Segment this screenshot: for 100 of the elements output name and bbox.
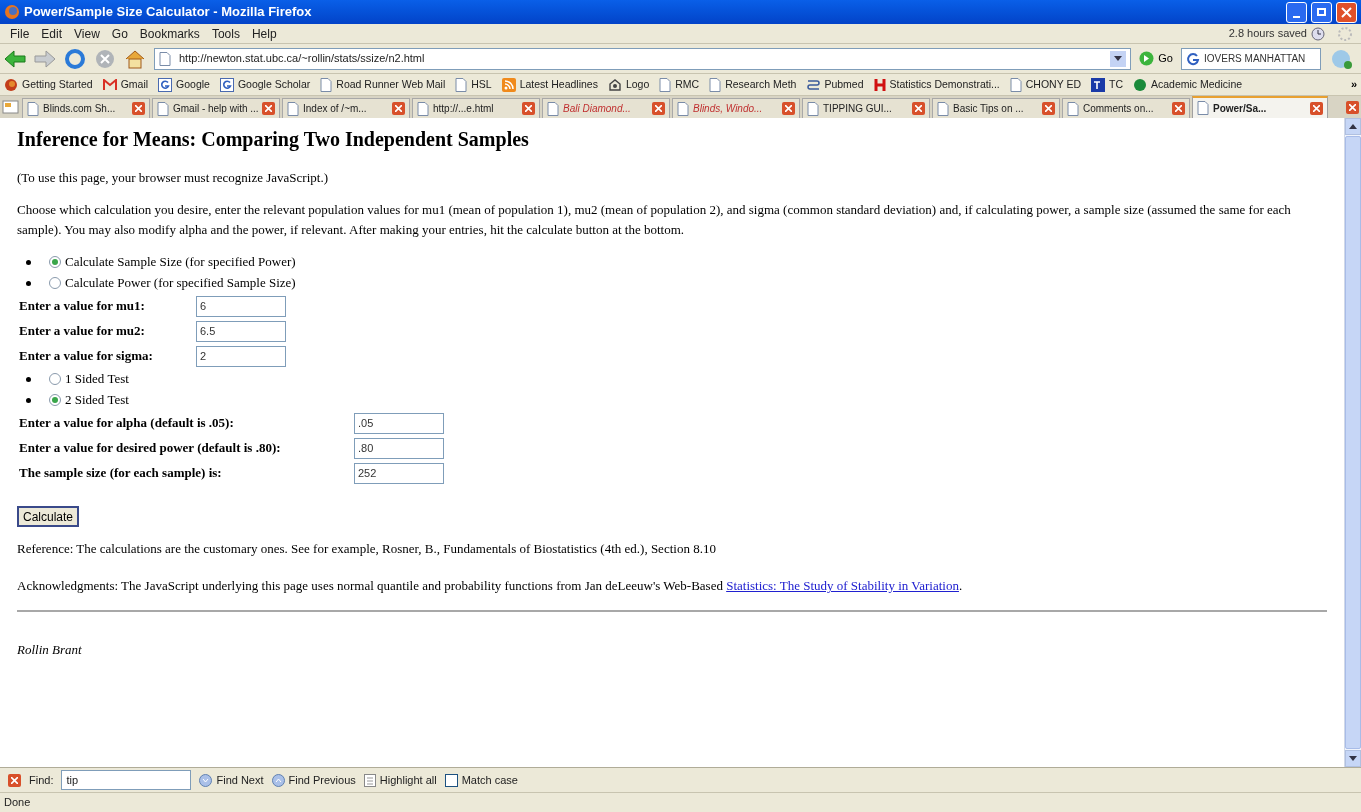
go-icon[interactable] <box>1139 51 1155 66</box>
tab-close-icon[interactable] <box>782 102 795 115</box>
acknowledgments-text: Acknowledgments: The JavaScript underlying this page uses normal quantile and probability functions from Jan deLeeuw's Web-Based Statistics: The Study of Stability in Variation. <box>17 577 964 595</box>
calculate-button[interactable]: Calculate <box>17 505 80 527</box>
browser-tab[interactable]: Bali Diamond... <box>542 98 670 118</box>
tab-close-icon[interactable] <box>132 102 145 115</box>
close-tab-icon[interactable] <box>1346 100 1359 114</box>
back-arrow-icon[interactable] <box>4 48 26 69</box>
close-find-icon[interactable] <box>8 773 21 787</box>
menu-item[interactable]: Go <box>105 24 134 43</box>
h-icon <box>873 77 886 92</box>
bookmark-item[interactable]: Google Scholar <box>219 76 311 93</box>
bookmark-item[interactable]: Google <box>158 76 210 93</box>
menu-item[interactable]: Bookmarks <box>133 24 206 43</box>
new-tab-icon[interactable] <box>2 98 20 116</box>
field-label: Enter a value for mu1: <box>19 297 146 316</box>
highlight-all-button[interactable]: Highlight all <box>363 771 437 789</box>
radio-button[interactable] <box>49 394 61 406</box>
bookmark-item[interactable]: Academic Medicine <box>1133 76 1243 93</box>
menu-item[interactable]: Tools <box>205 24 246 43</box>
dot-icon <box>1133 77 1147 92</box>
menu-item[interactable]: File <box>4 24 36 43</box>
tab-close-icon[interactable] <box>912 102 925 115</box>
browser-tab[interactable]: Gmail - help with ... <box>152 98 280 118</box>
page-icon <box>1009 77 1022 92</box>
close-icon <box>1341 6 1352 18</box>
page-icon <box>159 51 171 66</box>
find-field[interactable]: tip <box>61 770 192 790</box>
browser-tab[interactable]: Comments on... <box>1062 98 1190 118</box>
more-bookmarks-button[interactable]: » <box>1350 76 1357 93</box>
scroll-up-button[interactable] <box>1345 118 1361 135</box>
find-previous-button[interactable]: Find Previous <box>271 771 356 789</box>
tab-label: Gmail - help with ... <box>173 102 258 116</box>
mail-icon <box>102 78 117 91</box>
input-field[interactable]: 6.5 <box>196 320 286 342</box>
bookmark-item[interactable]: TC <box>1091 76 1123 93</box>
menu-item[interactable]: Edit <box>35 24 69 43</box>
tab-close-icon[interactable] <box>522 102 535 115</box>
tab-close-icon[interactable] <box>652 102 665 115</box>
address-field[interactable]: http://newton.stat.ubc.ca/~rollin/stats/ssize/n2.html <box>154 47 1132 70</box>
bookmark-item[interactable]: Gmail <box>102 76 149 93</box>
search-field[interactable]: IOVERS MANHATTAN <box>1181 47 1321 70</box>
square-icon <box>1091 77 1105 92</box>
bookmark-item[interactable]: Latest Headlines <box>501 76 598 93</box>
bookmark-item[interactable]: HSL <box>455 76 492 93</box>
radio-button[interactable] <box>49 373 61 385</box>
tab-close-icon[interactable] <box>1310 101 1323 115</box>
menu-item[interactable]: View <box>68 24 106 43</box>
bookmark-item[interactable]: RMC <box>659 76 700 93</box>
tab-close-icon[interactable] <box>262 102 275 115</box>
page-icon <box>659 77 672 92</box>
spiral-icon <box>806 77 821 92</box>
bookmark-item[interactable]: Statistics Demonstrati... <box>873 76 1000 93</box>
restore-button[interactable] <box>1311 1 1332 23</box>
page-icon <box>455 77 468 92</box>
radio-button[interactable] <box>49 277 61 289</box>
status-text: Done <box>4 795 31 811</box>
bookmark-item[interactable]: Research Meth <box>709 76 797 93</box>
go-button[interactable]: Go <box>1158 50 1173 67</box>
page-icon <box>547 101 559 116</box>
input-field[interactable]: 252 <box>354 462 444 484</box>
bullet-icon <box>25 259 31 265</box>
bullet-icon <box>25 397 31 403</box>
bookmark-item[interactable]: CHONY ED <box>1009 76 1081 93</box>
input-field[interactable]: .05 <box>354 412 444 434</box>
tab-close-icon[interactable] <box>392 102 405 115</box>
statistics-link[interactable]: Statistics: The Study of Stability in Variation <box>726 578 959 593</box>
author-name: Rollin Brant <box>17 640 83 659</box>
scroll-down-button[interactable] <box>1345 750 1361 767</box>
tab-label: Power/Sa... <box>1213 101 1268 116</box>
browser-tab[interactable]: Blinds.com Sh... <box>22 98 150 118</box>
close-button[interactable] <box>1336 1 1357 23</box>
bookmark-item[interactable]: Road Runner Web Mail <box>320 76 446 93</box>
browser-tab[interactable]: Blinds, Windo... <box>672 98 800 118</box>
bookmark-item[interactable]: Getting Started <box>4 76 93 93</box>
menu-item[interactable]: Help <box>245 24 283 43</box>
page-icon <box>320 77 333 92</box>
match-case-checkbox[interactable] <box>444 773 458 787</box>
g-icon <box>1186 51 1200 66</box>
minimize-button[interactable] <box>1286 1 1307 23</box>
input-field[interactable]: .80 <box>354 437 444 459</box>
browser-tab[interactable]: Index of /~m... <box>282 98 410 118</box>
find-next-button[interactable]: Find Next <box>199 771 264 789</box>
radio-button[interactable] <box>49 256 61 268</box>
bookmark-item[interactable]: Logo <box>607 76 650 93</box>
dropdown-button[interactable] <box>1110 50 1127 67</box>
radio-label: 1 Sided Test <box>65 370 129 389</box>
clock-icon[interactable] <box>1311 26 1325 41</box>
browser-tab[interactable]: Power/Sa... <box>1192 96 1328 118</box>
bookmark-item[interactable]: Pubmed <box>806 76 864 93</box>
browser-tab[interactable]: http://...e.html <box>412 98 540 118</box>
tab-label: Index of /~m... <box>303 102 368 116</box>
browser-tab[interactable]: TIPPING GUI... <box>802 98 930 118</box>
tab-close-icon[interactable] <box>1172 102 1185 115</box>
reload-icon[interactable] <box>64 47 86 70</box>
input-field[interactable]: 6 <box>196 295 286 317</box>
input-field[interactable]: 2 <box>196 345 286 367</box>
page-icon <box>157 101 169 116</box>
browser-tab[interactable]: Basic Tips on ... <box>932 98 1060 118</box>
tab-close-icon[interactable] <box>1042 102 1055 115</box>
